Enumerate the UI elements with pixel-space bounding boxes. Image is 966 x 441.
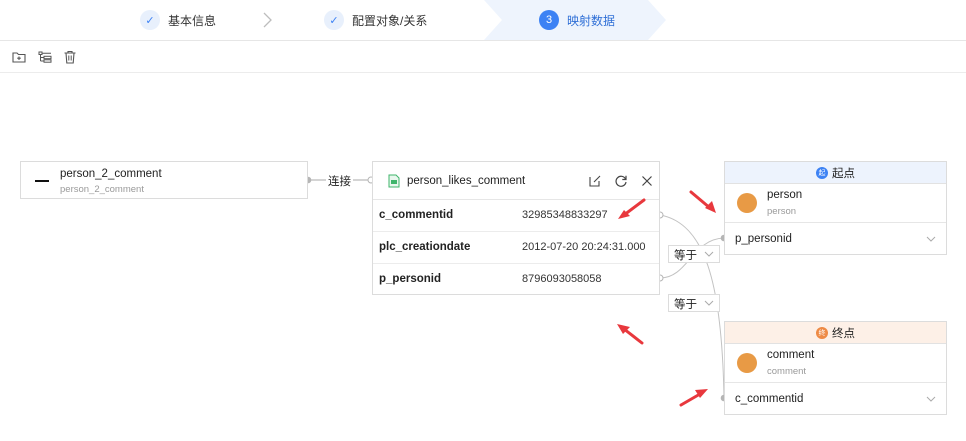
start-property-select[interactable]: p_personid xyxy=(735,233,792,245)
refresh-icon[interactable] xyxy=(614,174,628,188)
equals-label: 等于 xyxy=(674,299,697,311)
annotation-arrow-icon xyxy=(618,198,646,219)
start-node-header: 起 起点 xyxy=(725,162,946,184)
chevron-down-icon xyxy=(704,251,714,257)
annotation-arrow-icon xyxy=(617,324,644,345)
step-label: 基本信息 xyxy=(168,13,217,28)
chevron-down-icon xyxy=(704,300,714,306)
toolbar xyxy=(0,41,966,73)
start-node[interactable]: 起 起点 person person p_personid xyxy=(724,161,947,255)
relation-title: person_likes_comment xyxy=(407,175,526,187)
annotation-arrow-icon xyxy=(679,389,708,407)
end-entity-title: comment xyxy=(767,349,815,361)
step-map-data[interactable]: 3 映射数据 xyxy=(539,0,615,40)
equals-label: 等于 xyxy=(674,250,697,262)
end-node-header: 终 终点 xyxy=(725,322,946,344)
end-badge-icon: 终 xyxy=(816,326,828,339)
source-subtitle: person_2_comment xyxy=(60,184,144,195)
trash-icon[interactable] xyxy=(62,49,78,65)
property-value: 8796093058058 xyxy=(522,273,602,285)
mapping-canvas[interactable]: person_2_comment person_2_comment 连接 per… xyxy=(0,73,966,441)
check-icon: ✓ xyxy=(140,10,160,30)
start-badge-icon: 起 xyxy=(816,166,828,179)
divider xyxy=(725,382,946,383)
start-entity-subtitle: person xyxy=(767,206,797,217)
property-name: p_personid xyxy=(379,273,441,285)
end-node[interactable]: 终 终点 comment comment c_commentid xyxy=(724,321,947,415)
layout-tree-icon[interactable] xyxy=(37,49,53,65)
end-header-label: 终点 xyxy=(832,327,855,340)
connect-label: 连接 xyxy=(326,173,353,189)
equals-select-personid[interactable]: 等于 xyxy=(668,245,720,263)
check-icon: ✓ xyxy=(324,10,344,30)
step-basic-info[interactable]: ✓ 基本信息 xyxy=(140,0,216,40)
property-name: c_commentid xyxy=(379,209,454,221)
step-number: 3 xyxy=(539,10,559,30)
table-icon xyxy=(35,180,49,182)
source-table-node[interactable]: person_2_comment person_2_comment xyxy=(20,161,308,199)
relation-node[interactable]: person_likes_comment c_commentid 3298534… xyxy=(372,161,660,295)
add-folder-icon[interactable] xyxy=(11,49,27,65)
divider xyxy=(725,222,946,223)
step-label: 映射数据 xyxy=(567,13,616,28)
chevron-right-icon xyxy=(263,12,272,28)
stepper: ✓ 基本信息 ✓ 配置对象/关系 3 映射数据 xyxy=(0,0,966,41)
chevron-down-icon[interactable] xyxy=(926,395,936,403)
avatar xyxy=(737,353,757,373)
start-entity-title: person xyxy=(767,189,803,201)
property-value: 32985348833297 xyxy=(522,209,608,221)
chevron-down-icon[interactable] xyxy=(926,235,936,243)
equals-select-commentid[interactable]: 等于 xyxy=(668,294,720,312)
close-icon[interactable] xyxy=(640,174,654,188)
annotation-arrow-icon xyxy=(689,190,716,213)
relation-icon xyxy=(388,174,400,188)
property-name: plc_creationdate xyxy=(379,241,471,253)
end-entity-subtitle: comment xyxy=(767,366,807,377)
start-header-label: 起点 xyxy=(832,167,855,180)
step-config-objects[interactable]: ✓ 配置对象/关系 xyxy=(324,0,427,40)
source-title: person_2_comment xyxy=(60,168,162,180)
avatar xyxy=(737,193,757,213)
table-row[interactable]: plc_creationdate 2012-07-20 20:24:31.000 xyxy=(373,232,659,264)
property-value: 2012-07-20 20:24:31.000 xyxy=(522,241,646,253)
end-property-select[interactable]: c_commentid xyxy=(735,393,803,405)
table-row[interactable]: p_personid 8796093058058 xyxy=(373,264,659,296)
step-label: 配置对象/关系 xyxy=(352,13,428,28)
relation-header: person_likes_comment xyxy=(373,162,659,200)
edit-icon[interactable] xyxy=(588,174,602,188)
